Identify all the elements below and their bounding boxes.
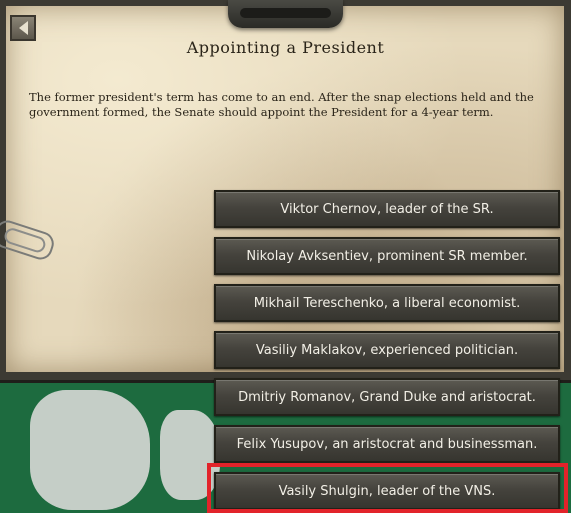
option-button-romanov[interactable]: Dmitriy Romanov, Grand Duke and aristocr… [214, 378, 560, 416]
map-landmass [30, 390, 150, 510]
option-button-yusupov[interactable]: Felix Yusupov, an aristocrat and busines… [214, 425, 560, 463]
event-description: The former president's term has come to … [29, 90, 534, 119]
option-button-tereschenko[interactable]: Mikhail Tereschenko, a liberal economist… [214, 284, 560, 322]
option-button-maklakov[interactable]: Vasiliy Maklakov, experienced politician… [214, 331, 560, 369]
option-button-chernov[interactable]: Viktor Chernov, leader of the SR. [214, 190, 560, 228]
map-landmass [160, 410, 220, 500]
option-button-shulgin[interactable]: Vasily Shulgin, leader of the VNS. [214, 472, 560, 510]
event-title: Appointing a President [186, 38, 385, 57]
game-screen: Appointing a President The former presid… [0, 0, 571, 513]
option-button-avksentiev[interactable]: Nikolay Avksentiev, prominent SR member. [214, 237, 560, 275]
back-arrow-icon [18, 21, 28, 35]
window-clip-icon [228, 0, 343, 28]
